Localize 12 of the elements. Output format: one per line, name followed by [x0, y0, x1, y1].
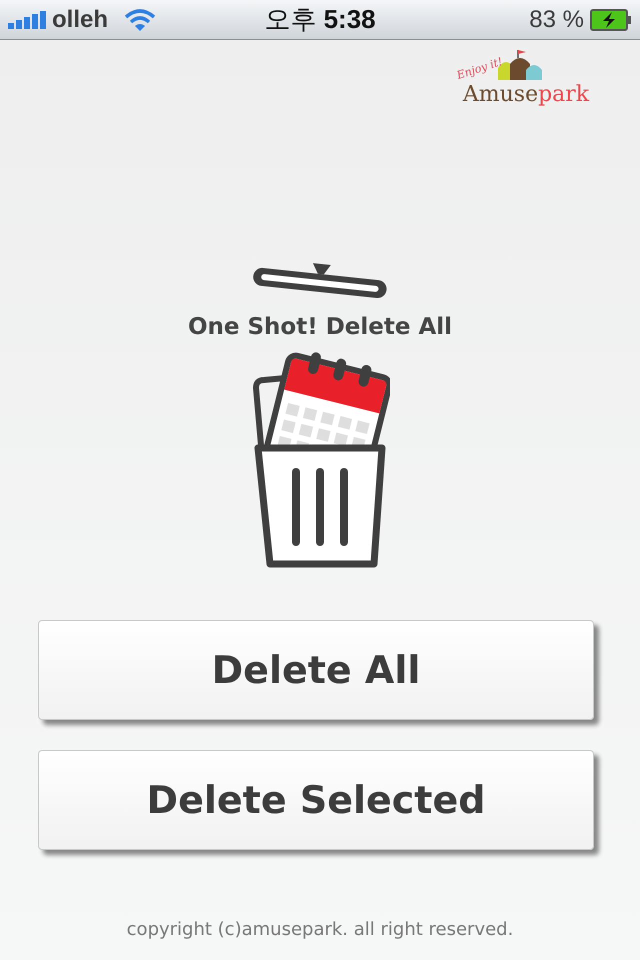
carrier-name: olleh — [52, 6, 108, 34]
logo-wordmark: Amusepark — [462, 82, 590, 107]
headline: One Shot! Delete All — [188, 314, 452, 340]
logo-tagline: Enjoy it! — [455, 55, 504, 82]
wifi-icon — [124, 8, 156, 32]
clock-time: 오후 5:38 — [264, 3, 376, 36]
delete-button[interactable]: Delete Selected — [38, 750, 594, 850]
battery-icon — [590, 8, 632, 30]
signal-icon — [8, 10, 46, 28]
battery-percentage: 83 % — [529, 6, 584, 34]
copyright-text: copyright (c)amusepark. all right reserved. — [126, 919, 514, 940]
delete-button[interactable]: Delete All — [38, 620, 594, 720]
